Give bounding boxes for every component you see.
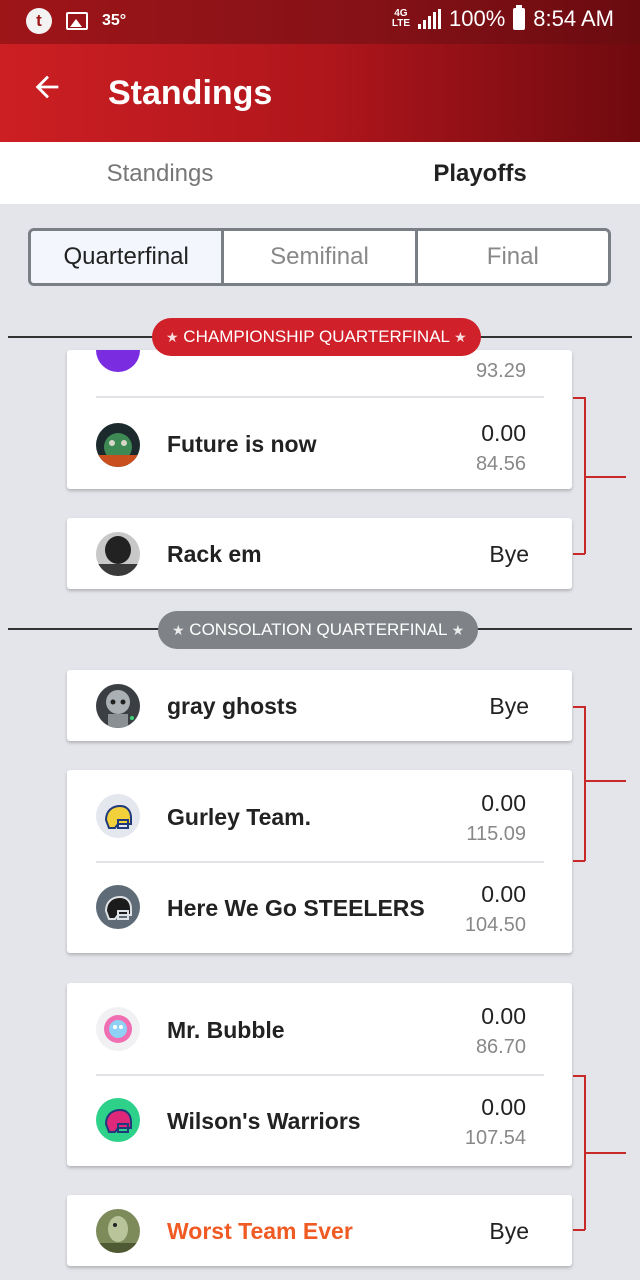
clock: 8:54 AM <box>533 6 614 31</box>
bracket-line <box>584 706 586 861</box>
back-arrow-icon[interactable] <box>30 70 70 114</box>
bye-card[interactable]: gray ghosts Bye <box>67 670 572 741</box>
team-projected-score: 86.70 <box>475 1036 526 1058</box>
team-name: gray ghosts <box>167 693 298 719</box>
team-name: Mr. Bubble <box>167 1017 285 1043</box>
bracket-line <box>573 1229 585 1231</box>
round-semifinal-button[interactable]: Semifinal <box>224 231 418 283</box>
team-row[interactable]: Here We Go STEELERS 0.00 104.50 <box>67 863 572 953</box>
bye-label: Bye <box>489 1218 529 1244</box>
team-name: Here We Go STEELERS <box>167 895 425 921</box>
bye-card[interactable]: Worst Team Ever Bye <box>67 1195 572 1266</box>
status-bar: t 35° 4G LTE 100% 8:54 AM <box>0 0 640 44</box>
team-avatar <box>96 1209 140 1253</box>
app-bar: Standings <box>0 44 640 142</box>
app-notification-icon: t <box>26 8 52 34</box>
network-type-icon: 4G LTE <box>391 8 410 29</box>
page-title: Standings <box>108 74 273 112</box>
team-score: 0.00 <box>481 1094 526 1120</box>
matchup-card[interactable]: Mr. Bubble 0.00 86.70 Wilson's Warriors … <box>67 983 572 1166</box>
team-avatar <box>96 794 140 838</box>
matchup-card[interactable]: 93.29 Future is now 0.00 84.56 <box>67 350 572 489</box>
team-avatar <box>96 423 140 467</box>
team-projected-score: 104.50 <box>464 914 526 936</box>
bye-card[interactable]: Rack em Bye <box>67 518 572 589</box>
team-score: 0.00 <box>481 790 526 816</box>
round-final-button[interactable]: Final <box>418 231 608 283</box>
image-notification-icon <box>66 12 88 30</box>
round-selector: Quarterfinal Semifinal Final <box>28 228 611 286</box>
championship-section-label: ★ CHAMPIONSHIP QUARTERFINAL ★ <box>152 318 481 356</box>
team-avatar <box>96 684 140 728</box>
team-row[interactable]: Worst Team Ever Bye <box>67 1195 572 1266</box>
bracket-line <box>586 1152 626 1154</box>
bracket-line <box>586 476 626 478</box>
team-avatar <box>96 885 140 929</box>
star-icon: ★ <box>451 622 465 638</box>
team-row[interactable]: Future is now 0.00 84.56 <box>67 398 572 489</box>
bracket-line <box>573 553 585 555</box>
star-icon: ★ <box>172 622 185 638</box>
bye-label: Bye <box>489 693 529 719</box>
team-score: 0.00 <box>481 881 526 907</box>
team-row[interactable]: Gurley Team. 0.00 115.09 <box>67 770 572 862</box>
team-name: Worst Team Ever <box>167 1218 353 1244</box>
team-name: Rack em <box>167 541 262 567</box>
team-projected-score: 115.09 <box>466 823 526 845</box>
signal-icon <box>418 9 441 29</box>
tab-standings[interactable]: Standings <box>0 142 320 204</box>
team-row[interactable]: gray ghosts Bye <box>67 670 572 741</box>
team-row[interactable]: Rack em Bye <box>67 518 572 589</box>
battery-icon <box>513 5 526 30</box>
star-icon: ★ <box>166 329 179 345</box>
bye-label: Bye <box>489 541 529 567</box>
consolation-section-label: ★ CONSOLATION QUARTERFINAL ★ <box>158 611 479 649</box>
team-row[interactable]: Mr. Bubble 0.00 86.70 <box>67 983 572 1075</box>
team-score: 0.00 <box>481 1003 526 1029</box>
team-avatar <box>96 350 140 372</box>
team-name: Wilson's Warriors <box>167 1108 361 1134</box>
team-avatar <box>96 1007 140 1051</box>
round-quarterfinal-button[interactable]: Quarterfinal <box>31 231 225 283</box>
team-projected-score: 93.29 <box>475 360 526 382</box>
team-name: Future is now <box>167 431 317 457</box>
bracket-line <box>573 860 585 862</box>
team-avatar <box>96 532 140 576</box>
team-row[interactable]: Wilson's Warriors 0.00 107.54 <box>67 1076 572 1166</box>
weather-temperature: 35° <box>102 12 127 29</box>
top-tabs: Standings Playoffs <box>0 142 640 204</box>
team-name: Gurley Team. <box>167 804 312 830</box>
star-icon: ★ <box>454 329 467 345</box>
team-avatar <box>96 1098 140 1142</box>
tab-playoffs[interactable]: Playoffs <box>320 142 640 204</box>
bracket-line <box>586 780 626 782</box>
team-score: 0.00 <box>481 420 526 446</box>
team-projected-score: 107.54 <box>464 1127 526 1149</box>
team-projected-score: 84.56 <box>475 453 526 475</box>
battery-percent: 100% <box>449 6 506 31</box>
matchup-card[interactable]: Gurley Team. 0.00 115.09 Here We Go STEE… <box>67 770 572 953</box>
